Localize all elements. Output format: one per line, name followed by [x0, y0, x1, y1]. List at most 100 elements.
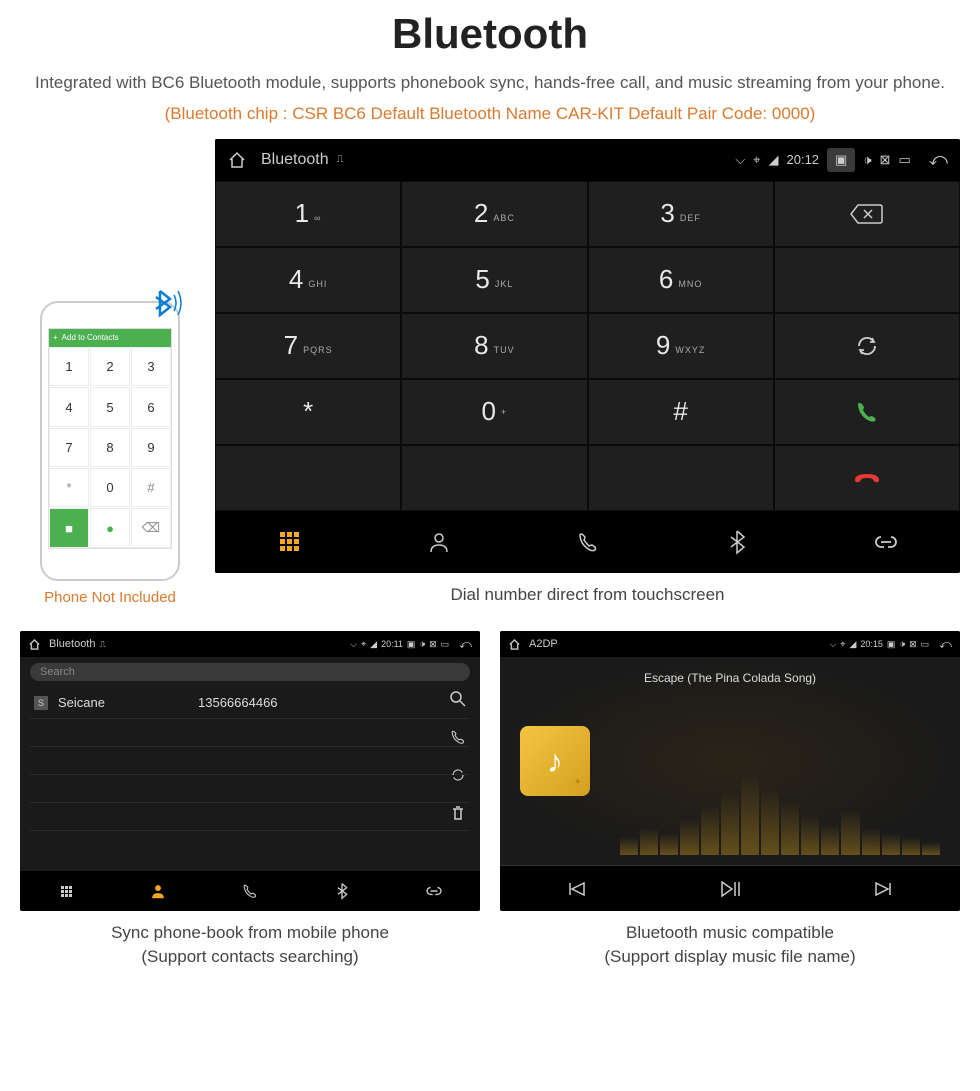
camera-icon[interactable]: ▣	[887, 639, 896, 650]
key-9[interactable]: 9WXYZ	[588, 313, 774, 379]
key-8[interactable]: 8TUV	[401, 313, 587, 379]
key-5[interactable]: 5JKL	[401, 247, 587, 313]
recent-icon[interactable]: ▭	[921, 639, 930, 650]
contact-row-empty	[30, 719, 470, 747]
phone-key-1: 1	[49, 347, 89, 386]
usb-icon: ⎍	[337, 154, 344, 165]
tab-contacts[interactable]	[112, 871, 204, 911]
key-hash[interactable]: #	[588, 379, 774, 445]
clock: 20:11	[381, 639, 403, 649]
tab-recent[interactable]	[513, 511, 662, 573]
play-pause-button[interactable]	[653, 866, 806, 911]
side-delete-icon[interactable]	[450, 805, 466, 821]
page-subtitle: Integrated with BC6 Bluetooth module, su…	[20, 70, 960, 96]
tab-bluetooth[interactable]	[296, 871, 388, 911]
home-icon[interactable]	[227, 150, 247, 170]
phonebook-caption: Sync phone-book from mobile phone(Suppor…	[20, 921, 480, 969]
recent-icon[interactable]: ▭	[441, 639, 450, 650]
key-call[interactable]	[774, 379, 960, 445]
phone-key-backspace: ⌫	[131, 508, 171, 548]
tab-contacts[interactable]	[364, 511, 513, 573]
prev-button[interactable]	[500, 866, 653, 911]
bluetooth-icon: ⌵	[350, 639, 357, 650]
volume-icon[interactable]: 🕩	[419, 639, 425, 650]
location-icon: ⌖	[753, 152, 760, 168]
key-star[interactable]: *	[215, 379, 401, 445]
bluetooth-icon: ⌵	[735, 152, 745, 168]
wifi-icon: ◢	[769, 152, 779, 168]
close-icon[interactable]: ⊠	[880, 152, 891, 168]
page-title: Bluetooth	[20, 10, 960, 58]
key-0[interactable]: 0+	[401, 379, 587, 445]
tab-recent[interactable]	[204, 871, 296, 911]
music-note-icon: ♪	[520, 726, 590, 796]
contact-row-empty	[30, 775, 470, 803]
back-icon[interactable]: ⤺	[939, 637, 952, 652]
dialer-caption: Dial number direct from touchscreen	[215, 583, 960, 607]
key-hangup[interactable]	[774, 445, 960, 511]
contact-list: S Seicane 13566664466	[20, 687, 480, 831]
key-6[interactable]: 6MNO	[588, 247, 774, 313]
clock: 20:15	[860, 639, 883, 649]
contact-row-empty	[30, 803, 470, 831]
key-3[interactable]: 3DEF	[588, 181, 774, 247]
back-icon[interactable]: ⤺	[929, 149, 948, 170]
camera-icon[interactable]: ▣	[827, 148, 855, 172]
key-empty-3	[401, 445, 587, 511]
phone-key-2: 2	[90, 347, 130, 386]
phone-key-8: 8	[90, 428, 130, 467]
next-button[interactable]	[807, 866, 960, 911]
search-input[interactable]: Search	[30, 663, 470, 681]
tab-dialpad[interactable]	[215, 511, 364, 573]
key-empty-1	[774, 247, 960, 313]
phone-key-7: 7	[49, 428, 89, 467]
phone-key-4: 4	[49, 387, 89, 426]
song-title: Escape (The Pina Colada Song)	[644, 671, 816, 685]
camera-icon[interactable]: ▣	[407, 639, 416, 650]
tab-bluetooth[interactable]	[662, 511, 811, 573]
volume-icon[interactable]: 🕩	[863, 152, 871, 168]
key-7[interactable]: 7PQRS	[215, 313, 401, 379]
tab-pair[interactable]	[388, 871, 480, 911]
close-icon[interactable]: ⊠	[429, 639, 437, 650]
key-empty-4	[588, 445, 774, 511]
back-icon[interactable]: ⤺	[459, 637, 472, 652]
bluetooth-icon: ⌵	[830, 639, 837, 650]
wifi-icon: ◢	[849, 639, 856, 650]
phone-key-6: 6	[131, 387, 171, 426]
music-statusbar: A2DP ⌵ ⌖ ◢ 20:15 ▣ 🕩 ⊠ ▭ ⤺	[500, 631, 960, 657]
key-2[interactable]: 2ABC	[401, 181, 587, 247]
key-4[interactable]: 4GHI	[215, 247, 401, 313]
tab-dialpad[interactable]	[20, 871, 112, 911]
contact-row[interactable]: S Seicane 13566664466	[30, 687, 470, 719]
key-1[interactable]: 1∞	[215, 181, 401, 247]
contact-name: Seicane	[58, 695, 198, 710]
dialer-statusbar: Bluetooth ⎍ ⌵ ⌖ ◢ 20:12 ▣ 🕩 ⊠ ▭ ⤺	[215, 139, 960, 181]
volume-icon[interactable]: 🕩	[899, 639, 905, 650]
phonebook-statusbar: Bluetooth ⎍ ⌵ ⌖ ◢ 20:11 ▣ 🕩 ⊠ ▭ ⤺	[20, 631, 480, 657]
music-caption: Bluetooth music compatible(Support displ…	[500, 921, 960, 969]
close-icon[interactable]: ⊠	[909, 639, 917, 650]
side-search-icon[interactable]	[450, 691, 466, 707]
side-call-icon[interactable]	[450, 729, 466, 745]
phone-key-video: ■	[49, 508, 89, 548]
key-backspace[interactable]	[774, 181, 960, 247]
app-label: Bluetooth	[261, 151, 329, 169]
dialer-device: Bluetooth ⎍ ⌵ ⌖ ◢ 20:12 ▣ 🕩 ⊠ ▭ ⤺ 1∞ 2AB…	[215, 139, 960, 573]
bluetooth-signal-icon	[148, 283, 188, 323]
music-device: A2DP ⌵ ⌖ ◢ 20:15 ▣ 🕩 ⊠ ▭ ⤺ Escape (The P…	[500, 631, 960, 911]
phone-key-3: 3	[131, 347, 171, 386]
dialer-bottombar	[215, 511, 960, 573]
home-icon[interactable]	[28, 638, 41, 651]
contact-number: 13566664466	[198, 695, 278, 710]
recent-icon[interactable]: ▭	[898, 152, 910, 168]
phone-key-9: 9	[131, 428, 171, 467]
app-label: Bluetooth	[49, 638, 95, 650]
phone-key-call: ●	[90, 508, 130, 548]
smartphone-mockup: +Add to Contacts 123 456 789 *0# ■●⌫	[40, 301, 180, 581]
key-sync[interactable]	[774, 313, 960, 379]
phone-caption: Phone Not Included	[20, 589, 200, 606]
side-sync-icon[interactable]	[450, 767, 466, 783]
tab-pair[interactable]	[811, 511, 960, 573]
home-icon[interactable]	[508, 638, 521, 651]
